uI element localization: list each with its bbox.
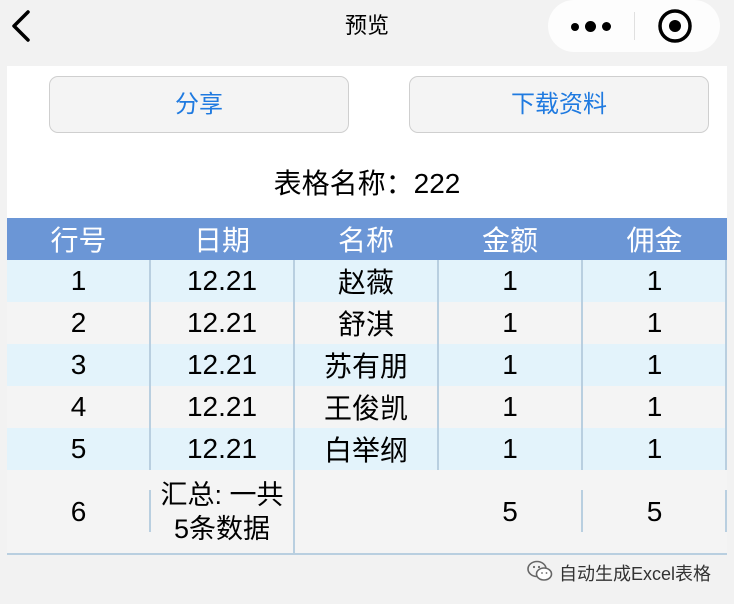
summary-amount-total: 5: [502, 495, 518, 527]
more-dots-icon[interactable]: [566, 10, 624, 42]
cell-commission: 1: [646, 349, 663, 380]
cell-row-no: 6: [70, 495, 87, 527]
cell-commission: 1: [646, 265, 663, 296]
summary-row: 6 汇总: 一共 5条数据 5 5: [7, 470, 727, 553]
cell-name: 王俊凯: [323, 393, 408, 424]
cell-amount: 1: [502, 349, 518, 380]
cell-commission: 1: [646, 433, 663, 464]
watermark: 自动生成Excel表格: [527, 560, 711, 586]
cell-amount: 1: [502, 391, 518, 422]
header-cell-date: 日期: [193, 225, 250, 256]
download-button[interactable]: 下载资料: [409, 76, 709, 133]
capsule-divider: [634, 12, 635, 40]
cell-row-no: 2: [70, 307, 87, 338]
cell-commission: 1: [646, 391, 663, 422]
summary-label: 汇总: 一共 5条数据: [150, 470, 294, 553]
data-table: 行号 日期 名称 金额 佣金 1 12.21 赵薇 1 1 2 12.21 舒淇…: [7, 218, 727, 553]
cell-row-no: 5: [70, 433, 87, 464]
cell-name: [294, 470, 438, 553]
cell-amount: 1: [502, 265, 518, 296]
table-row: 4 12.21 王俊凯 1 1: [7, 386, 727, 428]
share-button[interactable]: 分享: [49, 76, 349, 133]
table-row: 2 12.21 舒淇 1 1: [7, 302, 727, 344]
table-header-row: 行号 日期 名称 金额 佣金: [7, 218, 727, 260]
cell-row-no: 3: [70, 349, 87, 380]
cell-date: 12.21: [186, 433, 258, 464]
table-row: 3 12.21 苏有朋 1 1: [7, 344, 727, 386]
header-cell-name: 名称: [337, 225, 394, 256]
summary-commission-total: 5: [646, 495, 663, 527]
navigation-bar: 预览: [0, 0, 734, 66]
table-bottom-border: [7, 553, 727, 555]
cell-date: 12.21: [186, 391, 258, 422]
cell-name: 白举纲: [323, 435, 408, 466]
cell-date: 12.21: [186, 307, 258, 338]
table-row: 5 12.21 白举纲 1 1: [7, 428, 727, 470]
header-cell-amount: 金额: [481, 225, 538, 256]
target-circle-icon[interactable]: [657, 8, 693, 44]
summary-label-line2: 5条数据: [173, 513, 271, 544]
cell-date: 12.21: [186, 349, 258, 380]
action-panel: 分享 下载资料 表格名称：222: [7, 66, 727, 218]
cell-amount: 1: [502, 433, 518, 464]
header-cell-commission: 佣金: [626, 225, 683, 256]
cell-name: 苏有朋: [323, 351, 408, 382]
cell-amount: 1: [502, 307, 518, 338]
header-cell-row-no: 行号: [50, 225, 107, 256]
cell-name: 赵薇: [337, 267, 394, 298]
wechat-icon: [527, 560, 553, 587]
table-row: 1 12.21 赵薇 1 1: [7, 260, 727, 302]
cell-row-no: 1: [70, 265, 87, 296]
capsule-menu: [548, 0, 720, 52]
cell-row-no: 4: [70, 391, 87, 422]
cell-commission: 1: [646, 307, 663, 338]
cell-name: 舒淇: [337, 309, 394, 340]
summary-label-line1: 汇总: 一共: [160, 479, 284, 510]
watermark-text: 自动生成Excel表格: [559, 564, 712, 584]
table-name-label: 表格名称：222: [273, 168, 461, 199]
cell-date: 12.21: [186, 265, 258, 296]
